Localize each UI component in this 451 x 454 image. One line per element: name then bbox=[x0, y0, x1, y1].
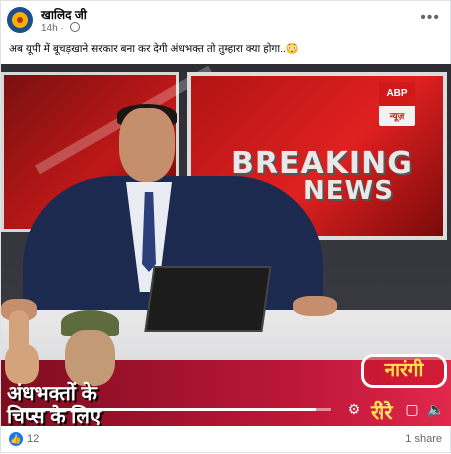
post-time[interactable]: 14h bbox=[41, 23, 58, 34]
pip-icon[interactable]: ▢ bbox=[403, 400, 421, 418]
post-footer: 👍 12 1 share bbox=[1, 426, 451, 454]
news-text: NEWS bbox=[303, 176, 394, 206]
progress-bar[interactable] bbox=[21, 408, 331, 411]
post-caption: अब यूपी में बूचड़खाने सरकार बना कर देगी … bbox=[9, 43, 299, 55]
share-count[interactable]: 1 share bbox=[405, 433, 442, 445]
like-count[interactable]: 12 bbox=[27, 433, 39, 445]
video-controls: ⚙ ⛶ ▢ 🔈 bbox=[1, 394, 451, 426]
laptop bbox=[144, 266, 272, 332]
channel-logo-top: ABP bbox=[379, 82, 415, 106]
globe-icon bbox=[69, 22, 80, 32]
anchor-head bbox=[119, 108, 175, 182]
more-icon[interactable]: ••• bbox=[420, 9, 440, 27]
sticker-label: नारंगी bbox=[361, 354, 447, 388]
volume-icon[interactable]: 🔈 bbox=[427, 400, 445, 418]
like-icon[interactable]: 👍 bbox=[9, 432, 23, 446]
author-name[interactable]: खालिद जी bbox=[41, 6, 87, 23]
post-meta: 14h · bbox=[41, 22, 80, 34]
channel-logo: ABP न्यूज़ bbox=[379, 82, 415, 126]
facebook-post: खालिद जी 14h · ••• अब यूपी में बूचड़खाने… bbox=[0, 0, 451, 453]
fullscreen-icon[interactable]: ⛶ bbox=[375, 400, 393, 418]
anchor-hand-right bbox=[293, 296, 337, 316]
post-header: खालिद जी 14h · ••• bbox=[1, 1, 451, 37]
progress-fill bbox=[21, 408, 316, 411]
avatar[interactable] bbox=[7, 7, 33, 33]
channel-logo-bottom: न्यूज़ bbox=[389, 111, 405, 121]
video-player[interactable]: BREAKING NEWS ABP न्यूज़ अंधभक्तों के चि… bbox=[1, 64, 451, 426]
video-frame: BREAKING NEWS ABP न्यूज़ अंधभक्तों के चि… bbox=[1, 64, 451, 426]
settings-icon[interactable]: ⚙ bbox=[345, 400, 363, 418]
